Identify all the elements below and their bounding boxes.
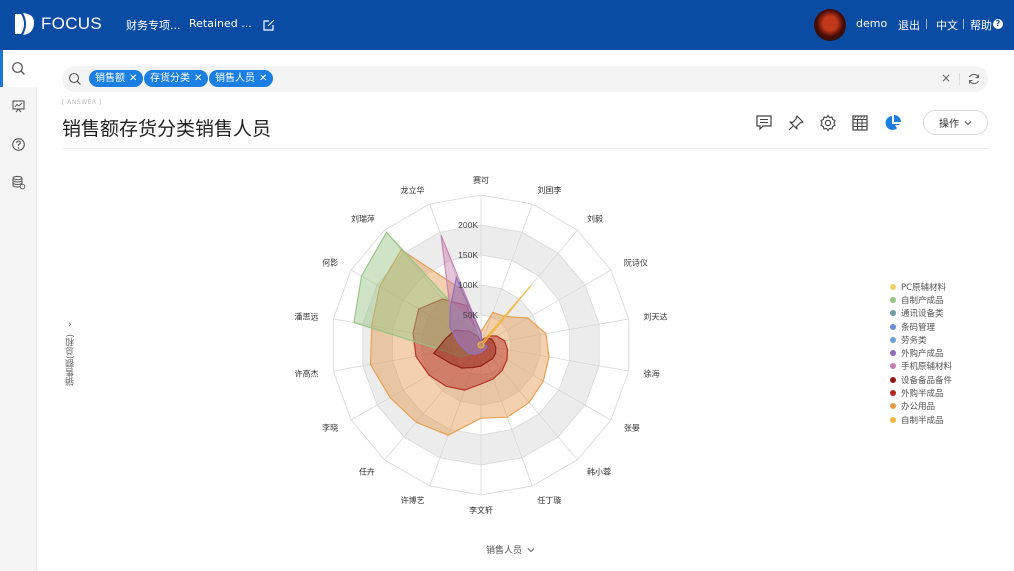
legend-swatch-icon (890, 376, 896, 383)
radar-axis-label: 张晏 (624, 424, 640, 433)
radar-axis-label: 任丁璇 (537, 495, 561, 505)
radar-axis-label: 刘天达 (643, 311, 667, 321)
y-axis-label[interactable]: › 销售额(总和) (62, 320, 78, 390)
legend-item[interactable]: 设备备品备件 (890, 373, 952, 386)
radar-axis-label: 赛可 (473, 175, 489, 185)
radar-axis-label: 刘瑞萍 (351, 214, 375, 224)
radar-axis-label: 韩小蓉 (587, 466, 611, 476)
legend-swatch-icon (890, 323, 896, 330)
legend-item[interactable]: 手机原辅材料 (890, 360, 952, 373)
x-axis-label[interactable]: 销售人员 (486, 543, 535, 556)
legend-label: 外购产成品 (901, 349, 944, 360)
legend-label: 手机原辅材料 (901, 362, 953, 373)
radar-axis-label: 李文轩 (469, 505, 493, 515)
legend-item[interactable]: 自制产成品 (890, 293, 952, 306)
radar-tick-label: 100K (458, 280, 478, 290)
radar-axis-label: 阮诗仪 (624, 258, 648, 268)
radar-axis-label: 李晓 (322, 423, 338, 433)
radar-axis-label: 龙立华 (401, 185, 425, 195)
legend-swatch-icon (890, 390, 896, 397)
legend-item[interactable]: 通讯设备类 (890, 307, 952, 320)
legend-label: 自制产成品 (901, 295, 944, 306)
radar-axis-label: 许博艺 (401, 495, 425, 505)
radar-tick-label: 50K (463, 310, 478, 320)
y-axis-label-text: 销售额(总和) (65, 334, 76, 387)
legend-item[interactable]: 劳务类 (890, 333, 952, 346)
legend-swatch-icon (890, 336, 896, 343)
legend-swatch-icon (890, 363, 896, 370)
legend-label: 条码管理 (901, 322, 936, 333)
x-axis-label-text: 销售人员 (486, 546, 523, 556)
chevron-right-icon: › (68, 320, 72, 330)
radar-axis-label: 许高杰 (295, 369, 319, 379)
radar-axis-label: 刘毅 (587, 214, 603, 224)
radar-tick-label: 150K (458, 250, 478, 260)
legend-swatch-icon (890, 310, 896, 317)
legend-item[interactable]: 办公用品 (890, 400, 952, 413)
legend-item[interactable]: PC原辅材料 (890, 280, 952, 293)
radar-axis-label: 任卉 (359, 466, 375, 476)
legend-swatch-icon (890, 350, 896, 357)
radar-axis-label: 潘思远 (295, 311, 319, 321)
chart-legend: PC原辅材料 自制产成品通讯设备类条码管理劳务类外购产成品手机原辅材料 设备备品备件… (890, 280, 952, 426)
radar-chart: 50K100K150K200K 赛可刘国李刘毅阮诗仪刘天达徐海张晏韩小蓉任丁璇李… (295, 175, 668, 515)
chevron-down-icon (527, 547, 535, 552)
radar-axis-label: 徐海 (643, 369, 659, 379)
legend-item[interactable]: 外购产成品 (890, 346, 952, 359)
legend-label: 办公用品 (901, 402, 936, 413)
legend-item[interactable]: 外购半成品 (890, 386, 952, 399)
legend-swatch-icon (890, 403, 896, 410)
legend-label: 设备备品备件 (901, 375, 953, 386)
legend-label: 自制半成品 (901, 415, 944, 426)
radar-axis-label: 何影 (322, 258, 338, 268)
legend-label: 劳务类 (901, 335, 927, 346)
legend-item[interactable]: 条码管理 (890, 320, 952, 333)
legend-label: 通讯设备类 (901, 309, 944, 320)
radar-tick-label: 200K (458, 220, 478, 230)
legend-swatch-icon (890, 416, 896, 423)
legend-item[interactable]: 自制半成品 (890, 413, 952, 426)
legend-swatch-icon (890, 283, 896, 290)
legend-label: PC原辅材料 (901, 282, 947, 293)
legend-swatch-icon (890, 296, 896, 303)
radar-axis-label: 刘国李 (537, 185, 561, 195)
legend-label: 外购半成品 (901, 389, 944, 400)
